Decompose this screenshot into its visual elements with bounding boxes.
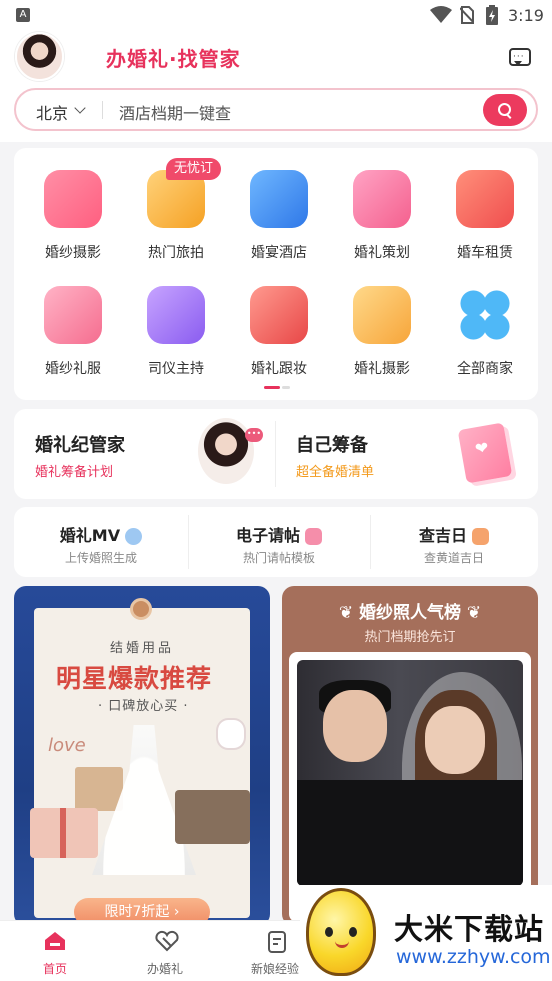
no-sim-icon bbox=[460, 6, 474, 24]
category-label: 婚车租赁 bbox=[457, 245, 513, 261]
calendar-icon bbox=[472, 528, 490, 545]
tool-mv-title: 婚礼MV bbox=[59, 526, 121, 545]
message-dots-icon: ··· bbox=[513, 52, 525, 62]
wifi-icon bbox=[430, 6, 452, 23]
nav-wedding[interactable] bbox=[140, 930, 194, 956]
banner-title: 明星爆款推荐 bbox=[56, 664, 213, 693]
butler-title[interactable]: 婚礼纪管家 bbox=[35, 431, 125, 457]
diy-subtitle[interactable]: 超全备婚清单 bbox=[296, 461, 374, 480]
category-label: 婚礼策划 bbox=[354, 245, 410, 261]
tool-mv[interactable]: 婚礼MV 上传婚照生成 bbox=[14, 522, 188, 566]
notebook-icon bbox=[457, 422, 513, 484]
tool-invitation-subtitle: 热门请帖模板 bbox=[242, 551, 315, 565]
tool-invitation[interactable]: 电子请帖 热门请帖模板 bbox=[188, 522, 370, 566]
brand-slogan: 办婚礼·找管家 bbox=[106, 47, 241, 71]
document-icon bbox=[268, 931, 286, 953]
category-label: 婚纱礼服 bbox=[45, 361, 101, 377]
dress-icon bbox=[44, 286, 102, 344]
worry-free-badge: 无忧订 bbox=[166, 158, 222, 180]
search-icon bbox=[498, 103, 511, 116]
nav-home-label[interactable]: 首页 bbox=[43, 960, 67, 977]
watermark-mascot-icon bbox=[306, 888, 376, 976]
category-item[interactable]: 婚礼摄影 bbox=[330, 286, 434, 378]
city-selector[interactable]: 北京 bbox=[36, 100, 68, 124]
battery-icon bbox=[486, 5, 498, 25]
category-label: 司仪主持 bbox=[148, 361, 204, 377]
nav-wedding-label[interactable]: 办婚礼 bbox=[147, 960, 183, 977]
banner-kicker: 结婚用品 bbox=[110, 641, 175, 656]
envelope-decoration bbox=[75, 767, 123, 811]
search-bar[interactable] bbox=[14, 88, 538, 131]
category-label: 全部商家 bbox=[457, 361, 513, 377]
page-indicator-active bbox=[264, 386, 280, 389]
nav-home[interactable] bbox=[28, 930, 82, 956]
category-label: 婚宴酒店 bbox=[251, 245, 307, 261]
lipstick-icon bbox=[250, 286, 308, 344]
hotel-building-icon bbox=[250, 170, 308, 228]
category-label: 婚纱摄影 bbox=[45, 245, 101, 261]
category-label: 婚礼摄影 bbox=[354, 361, 410, 377]
category-item[interactable]: 全部商家 bbox=[433, 286, 537, 378]
butler-subtitle[interactable]: 婚礼筹备计划 bbox=[35, 461, 113, 480]
category-item[interactable]: 热门旅拍 bbox=[124, 170, 228, 262]
nav-experience-label[interactable]: 新娘经验 bbox=[251, 960, 299, 977]
chat-bubble-icon: ••• bbox=[245, 428, 263, 442]
tool-mv-subtitle: 上传婚照生成 bbox=[64, 551, 137, 565]
picture-icon bbox=[353, 286, 411, 344]
category-item[interactable]: 婚宴酒店 bbox=[227, 170, 331, 262]
car-icon bbox=[456, 170, 514, 228]
tool-invitation-title: 电子请帖 bbox=[235, 526, 300, 545]
couple-photo[interactable] bbox=[297, 660, 523, 886]
watermark-url: www.zzhyw.com bbox=[396, 946, 551, 968]
wedding-arch-icon bbox=[353, 170, 411, 228]
gift-basket-image bbox=[175, 790, 250, 844]
tool-lucky-day[interactable]: 查吉日 查黄道吉日 bbox=[370, 522, 538, 566]
clover-grid-icon bbox=[456, 286, 514, 344]
category-item[interactable]: 婚车租赁 bbox=[433, 170, 537, 262]
category-item[interactable]: 婚礼跟妆 bbox=[227, 286, 331, 378]
diy-title[interactable]: 自己筹备 bbox=[296, 431, 368, 457]
clock: 3:19 bbox=[508, 6, 544, 25]
category-label: 热门旅拍 bbox=[148, 245, 204, 261]
category-item[interactable]: 婚纱礼服 bbox=[21, 286, 125, 378]
divider bbox=[275, 421, 276, 487]
rings-icon bbox=[155, 930, 179, 952]
envelope-icon bbox=[305, 528, 323, 545]
ranking-subtitle: 热门档期抢先订 bbox=[364, 630, 456, 645]
banner-subtitle: · 口碑放心买 · bbox=[98, 699, 189, 714]
ranking-title: ❦ 婚纱照人气榜 ❦ bbox=[338, 603, 482, 623]
tool-lucky-day-title: 查吉日 bbox=[418, 526, 467, 545]
film-icon bbox=[125, 528, 143, 545]
love-balloon: love bbox=[48, 735, 86, 756]
category-item[interactable]: 婚礼策划 bbox=[330, 170, 434, 262]
category-label: 婚礼跟妆 bbox=[251, 361, 307, 377]
watermark-title: 大米下载站 bbox=[394, 912, 545, 946]
page-indicator bbox=[282, 386, 290, 389]
home-icon bbox=[45, 932, 65, 950]
category-item[interactable]: 司仪主持 bbox=[124, 286, 228, 378]
lucky-cat-image bbox=[216, 718, 246, 750]
search-button[interactable] bbox=[483, 94, 527, 126]
search-divider bbox=[102, 101, 103, 119]
tool-lucky-day-subtitle: 查黄道吉日 bbox=[423, 551, 484, 565]
search-input[interactable]: 酒店档期一键查 bbox=[119, 100, 231, 124]
user-avatar[interactable] bbox=[15, 32, 64, 81]
notification-icon: A bbox=[16, 8, 30, 22]
butler-avatar[interactable] bbox=[198, 418, 254, 484]
pin-icon bbox=[130, 598, 152, 620]
camera-icon bbox=[44, 170, 102, 228]
category-item[interactable]: 婚纱摄影 bbox=[21, 170, 125, 262]
microphone-icon bbox=[147, 286, 205, 344]
nav-experience[interactable] bbox=[250, 930, 304, 958]
gift-box-image bbox=[30, 808, 98, 858]
